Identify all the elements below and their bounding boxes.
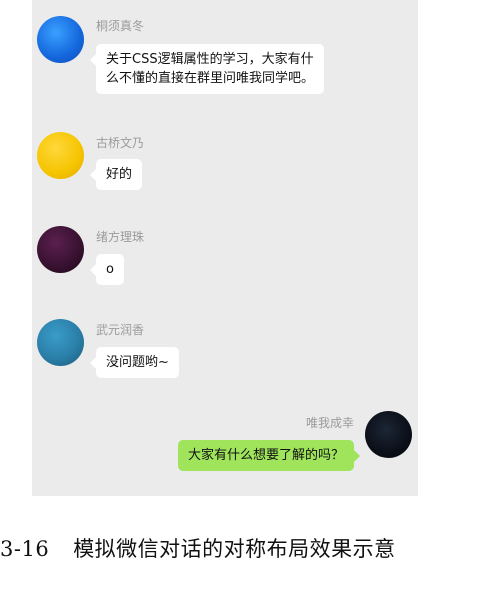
message-text: 么不懂的直接在群里问唯我同学吧。: [106, 71, 315, 86]
avatar[interactable]: [37, 319, 84, 366]
avatar[interactable]: [37, 226, 84, 273]
avatar[interactable]: [365, 411, 412, 458]
avatar[interactable]: [37, 132, 84, 179]
message-bubble[interactable]: o: [90, 254, 124, 285]
message-text: 大家有什么想要了解的吗？: [187, 448, 344, 463]
message-text: 关于CSS逻辑属性的学习，大家有什: [106, 52, 314, 67]
figure-number: 3-16: [0, 537, 50, 561]
message-text: 没问题哟~: [106, 355, 169, 370]
message-text: o: [106, 262, 114, 277]
sender-name: 古桥文乃: [96, 136, 145, 150]
chat-panel: 桐须真冬 关于CSS逻辑属性的学习，大家有什 么不懂的直接在群里问唯我同学吧。 …: [32, 0, 418, 496]
message-bubble[interactable]: 没问题哟~: [90, 347, 179, 378]
message-bubble[interactable]: 好的: [89, 159, 143, 190]
figure-caption: 3-16 模拟微信对话的对称布局效果示意: [0, 533, 396, 563]
message-bubble[interactable]: 关于CSS逻辑属性的学习，大家有什 么不懂的直接在群里问唯我同学吧。: [89, 44, 325, 94]
figure-caption-text: 模拟微信对话的对称布局效果示意: [73, 537, 396, 561]
sender-name: 武元润香: [96, 323, 145, 337]
sender-name: 唯我成幸: [305, 416, 354, 430]
message-text: 好的: [106, 167, 133, 182]
sender-name: 绪方理珠: [96, 230, 145, 244]
message-bubble[interactable]: 大家有什么想要了解的吗？: [177, 440, 361, 471]
avatar[interactable]: [37, 16, 84, 63]
sender-name: 桐须真冬: [96, 19, 145, 33]
